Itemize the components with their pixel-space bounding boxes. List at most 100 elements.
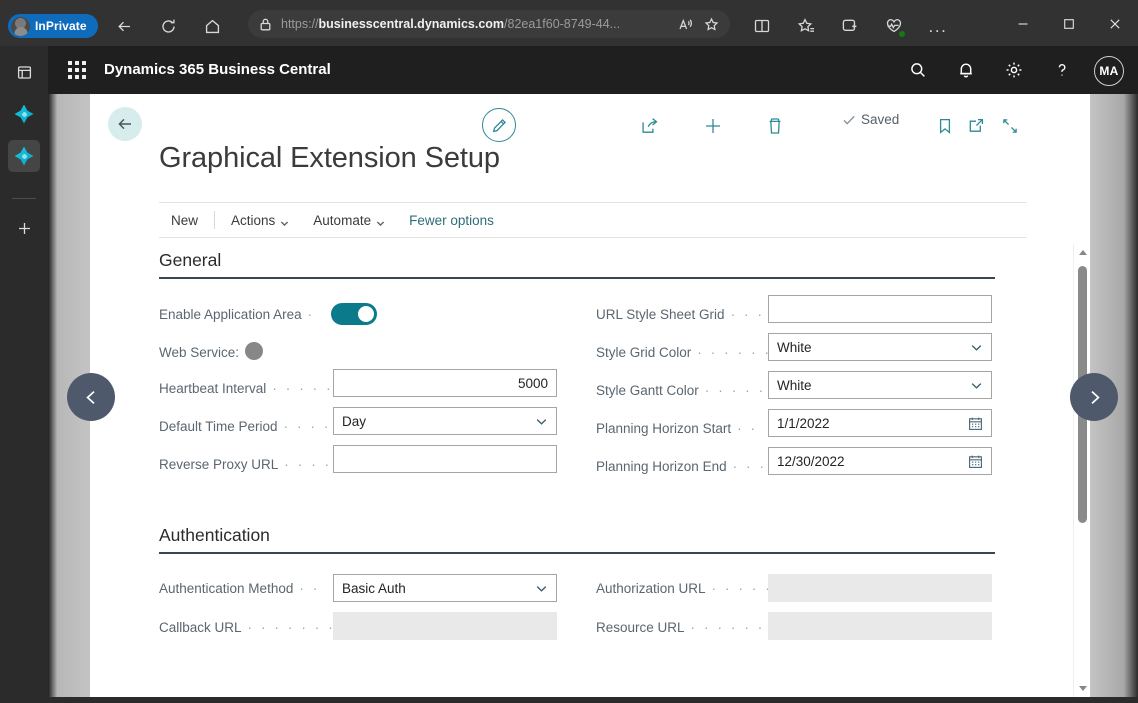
window-bottom-edge <box>48 697 1138 703</box>
browser-home-button[interactable] <box>198 12 226 40</box>
menu-item-automate[interactable]: Automate <box>301 203 397 237</box>
section-heading-authentication: Authentication <box>159 525 995 554</box>
style-gantt-color-select[interactable]: White <box>768 371 992 399</box>
browser-essentials-icon[interactable] <box>880 12 908 40</box>
inprivate-label: InPrivate <box>35 19 87 33</box>
field-value: White <box>777 377 812 393</box>
more-dots: ... <box>928 16 948 36</box>
menu-item-fewer-options[interactable]: Fewer options <box>397 203 506 237</box>
field-label-authentication-method: Authentication Method · · <box>159 580 320 596</box>
search-icon[interactable] <box>904 56 932 84</box>
sidebar-item-app-1[interactable] <box>8 98 40 130</box>
default-time-period-select[interactable]: Day <box>333 407 557 435</box>
style-grid-color-select[interactable]: White <box>768 333 992 361</box>
web-service-status-indicator <box>245 342 263 360</box>
collapse-button[interactable] <box>996 112 1024 140</box>
calendar-icon[interactable] <box>968 454 983 469</box>
planning-horizon-start-input[interactable]: 1/1/2022 <box>768 409 992 437</box>
url-prefix: https:// <box>281 17 319 31</box>
app-title: Dynamics 365 Business Central <box>104 61 331 78</box>
field-label-planning-horizon-end: Planning Horizon End · · · <box>596 458 767 474</box>
user-avatar[interactable]: MA <box>1094 56 1124 86</box>
app-header: Dynamics 365 Business Central MA <box>48 46 1138 94</box>
chevron-down-icon <box>970 379 983 392</box>
calendar-icon[interactable] <box>968 416 983 431</box>
sidebar-item-app-2[interactable] <box>8 140 40 172</box>
favorites-icon[interactable] <box>792 12 820 40</box>
authentication-method-select[interactable]: Basic Auth <box>333 574 557 602</box>
read-aloud-icon[interactable] <box>674 13 696 35</box>
window-close-button[interactable] <box>1092 8 1137 40</box>
bookmark-button[interactable] <box>931 112 959 140</box>
browser-settings-more-icon[interactable]: ... <box>924 12 952 40</box>
page-title: Graphical Extension Setup <box>159 142 500 174</box>
sidebar-divider <box>12 198 36 199</box>
callback-url-input <box>333 612 557 640</box>
field-label-url-style-sheet-grid: URL Style Sheet Grid · · · · <box>596 306 778 322</box>
window-minimize-button[interactable] <box>1000 8 1045 40</box>
resource-url-input <box>768 612 992 640</box>
scroll-down-button[interactable] <box>1074 680 1090 697</box>
field-label-callback-url: Callback URL · · · · · · · · · <box>159 619 363 635</box>
field-value: 5000 <box>517 375 548 391</box>
app-launcher-icon[interactable] <box>66 59 88 81</box>
page-back-button[interactable] <box>108 107 142 141</box>
saved-label: Saved <box>861 112 900 127</box>
menu-separator <box>214 211 216 229</box>
status-badge: Saved <box>842 112 899 127</box>
window-maximize-button[interactable] <box>1046 8 1091 40</box>
delete-button[interactable] <box>761 112 789 140</box>
scroll-up-button[interactable] <box>1074 244 1090 261</box>
sidebar-item-tab-actions[interactable] <box>8 56 40 88</box>
menu-item-new[interactable]: New <box>159 203 210 237</box>
url-text: https://businesscentral.dynamics.com/82e… <box>281 17 674 31</box>
field-label-web-service: Web Service: <box>159 344 240 360</box>
field-label-enable-application-area: Enable Application Area · <box>159 306 315 322</box>
favorite-star-icon[interactable] <box>700 13 722 35</box>
heartbeat-interval-input[interactable]: 5000 <box>333 369 557 397</box>
edge-sidebar <box>0 46 48 703</box>
next-record-button[interactable] <box>1070 373 1118 421</box>
gear-icon[interactable] <box>1000 56 1028 84</box>
menu-label: Automate <box>313 212 372 228</box>
inprivate-badge[interactable]: InPrivate <box>8 14 98 38</box>
previous-record-button[interactable] <box>67 373 115 421</box>
url-path: /82ea1f60-8749-44... <box>504 17 621 31</box>
address-bar[interactable]: https://businesscentral.dynamics.com/82e… <box>248 10 730 38</box>
planning-horizon-end-input[interactable]: 12/30/2022 <box>768 447 992 475</box>
chevron-down-icon <box>376 216 385 226</box>
menu-label: Actions <box>231 212 276 228</box>
collections-icon[interactable] <box>836 12 864 40</box>
profile-avatar-icon <box>11 16 30 36</box>
page-content: Saved Graphical Extension Setup New Acti… <box>90 94 1090 697</box>
share-button[interactable] <box>636 112 664 140</box>
new-record-button[interactable] <box>699 112 727 140</box>
split-screen-icon[interactable] <box>748 12 776 40</box>
field-value: White <box>777 339 812 355</box>
field-value: Basic Auth <box>342 580 406 596</box>
essentials-status-dot <box>898 30 906 38</box>
toggle-knob <box>358 306 374 322</box>
sidebar-add-app-button[interactable] <box>8 212 40 244</box>
field-label-reverse-proxy-url: Reverse Proxy URL · · · · · · <box>159 456 359 472</box>
vertical-scrollbar[interactable] <box>1073 244 1090 697</box>
browser-refresh-button[interactable] <box>154 12 182 40</box>
browser-back-button[interactable] <box>110 12 138 40</box>
edit-pencil-button[interactable] <box>482 108 516 142</box>
menu-label: Fewer options <box>409 212 494 228</box>
menu-item-actions[interactable]: Actions <box>219 203 301 237</box>
section-heading-general: General <box>159 250 995 279</box>
field-value: 12/30/2022 <box>777 453 845 469</box>
field-label-authorization-url: Authorization URL · · · · · · <box>596 580 786 596</box>
enable-application-area-toggle[interactable] <box>331 303 377 325</box>
open-in-new-window-button[interactable] <box>962 112 990 140</box>
lock-icon <box>258 17 273 32</box>
field-label-heartbeat-interval: Heartbeat Interval · · · · · · <box>159 380 347 396</box>
url-style-sheet-grid-input[interactable] <box>768 295 992 323</box>
notifications-icon[interactable] <box>952 56 980 84</box>
field-value: 1/1/2022 <box>777 415 830 431</box>
help-icon[interactable] <box>1048 56 1076 84</box>
reverse-proxy-url-input[interactable] <box>333 445 557 473</box>
chevron-down-icon <box>970 341 983 354</box>
menu-label: New <box>171 212 199 228</box>
